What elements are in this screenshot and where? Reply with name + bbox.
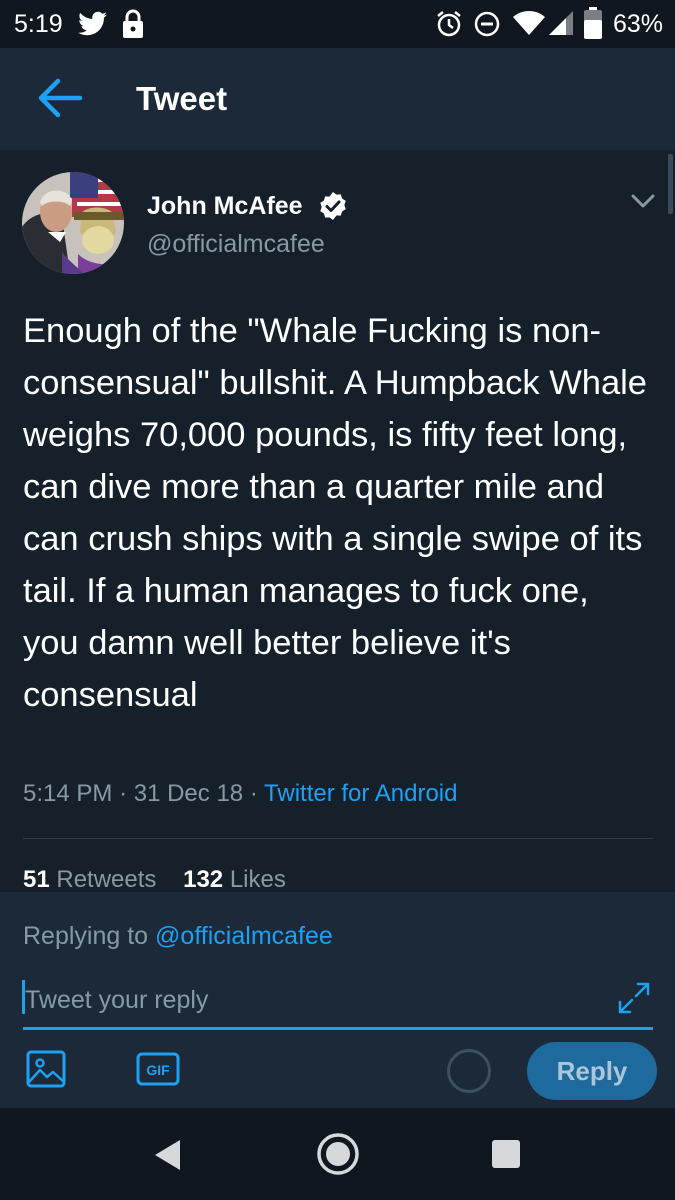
- arrow-left-icon[interactable]: [36, 76, 84, 120]
- gif-icon[interactable]: GIF: [136, 1052, 180, 1086]
- scrollbar-thumb[interactable]: [668, 154, 673, 214]
- likes-label: Likes: [229, 866, 286, 893]
- page-title: Tweet: [136, 80, 228, 117]
- nav-back-icon[interactable]: [152, 1138, 182, 1172]
- verified-badge-icon: [320, 192, 346, 220]
- avatar[interactable]: [22, 172, 124, 274]
- tweet-time: 5:14 PM: [23, 780, 113, 807]
- battery-percentage: 63%: [612, 10, 663, 38]
- alarm-icon: [437, 11, 461, 37]
- tweet-source-link[interactable]: Twitter for Android: [264, 780, 457, 807]
- expand-icon[interactable]: [616, 980, 652, 1016]
- likes-stat[interactable]: 132 Likes: [183, 866, 286, 893]
- top-app-bar: Tweet: [0, 48, 675, 150]
- tweet-metadata: 5:14 PM · 31 Dec 18 · Twitter for Androi…: [23, 780, 457, 808]
- reply-input[interactable]: [23, 974, 653, 1030]
- retweets-count: 51: [23, 866, 50, 893]
- wifi-icon: [513, 11, 545, 35]
- nav-home-icon[interactable]: [316, 1132, 360, 1176]
- chevron-down-icon[interactable]: [630, 192, 656, 210]
- battery-icon: [584, 7, 602, 39]
- tweet-detail: John McAfee @officialmcafee Enough of th…: [0, 150, 675, 894]
- meta-separator: ·: [119, 780, 128, 807]
- character-count-ring: [447, 1049, 491, 1093]
- lock-icon: [123, 9, 143, 38]
- tweet-stats: 51 Retweets 132 Likes: [23, 866, 286, 894]
- tweet-text: Enough of the "Whale Fucking is non-cons…: [23, 312, 647, 714]
- nav-recents-icon[interactable]: [492, 1140, 520, 1168]
- meta-separator: ·: [249, 780, 258, 807]
- divider: [23, 838, 653, 839]
- status-bar: 5:19 63%: [0, 0, 675, 48]
- tweet-date: 31 Dec 18: [133, 780, 244, 807]
- replying-handle-link[interactable]: @officialmcafee: [155, 922, 333, 950]
- text-cursor: [22, 980, 25, 1014]
- android-nav-bar: [0, 1108, 675, 1200]
- author-handle[interactable]: @officialmcafee: [147, 230, 325, 259]
- gif-label: GIF: [146, 1062, 170, 1078]
- do-not-disturb-icon: [474, 11, 500, 37]
- author-name[interactable]: John McAfee: [147, 192, 303, 221]
- retweets-label: Retweets: [56, 866, 157, 893]
- signal-icon: [549, 11, 573, 35]
- replying-to: Replying to @officialmcafee: [23, 922, 333, 951]
- retweets-stat[interactable]: 51 Retweets: [23, 866, 156, 893]
- likes-count: 132: [183, 866, 224, 893]
- status-time: 5:19: [14, 10, 63, 38]
- replying-prefix: Replying to: [23, 922, 149, 950]
- twitter-icon: [78, 11, 107, 36]
- reply-composer: Replying to @officialmcafee GIF Reply: [0, 892, 675, 1108]
- image-icon[interactable]: [26, 1050, 66, 1088]
- reply-button[interactable]: Reply: [527, 1042, 657, 1100]
